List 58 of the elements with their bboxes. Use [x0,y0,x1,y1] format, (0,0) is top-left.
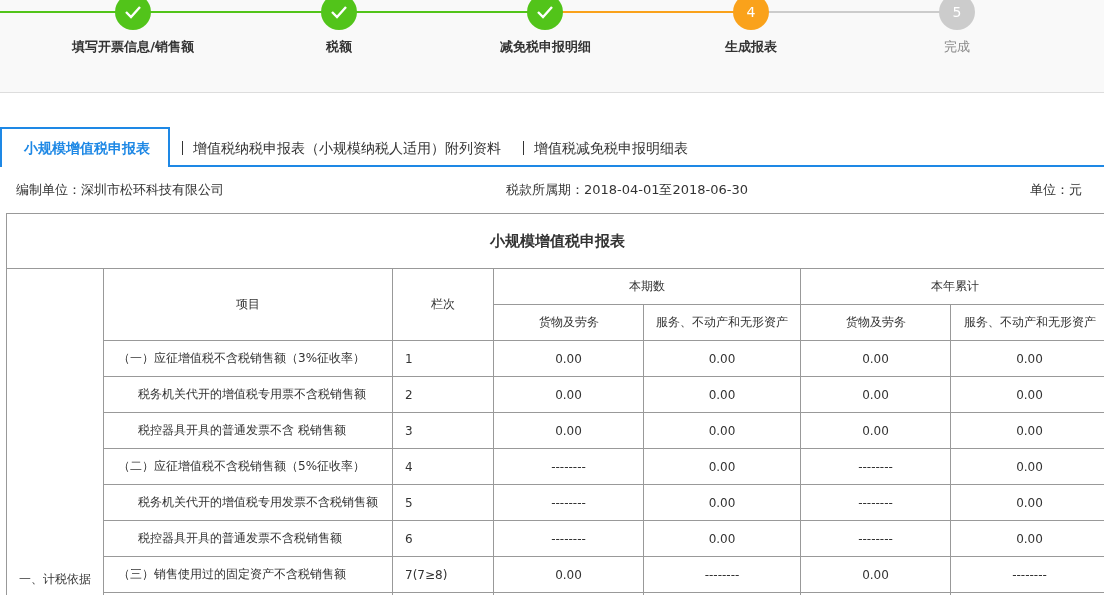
table-cell: 一、计税依据 [6,268,104,595]
company-label: 编制单位：深圳市松环科技有限公司 [16,181,224,199]
table-cell: 7(7≥8) [392,556,494,593]
table-cell: 6 [392,520,494,557]
tab[interactable]: 小规模增值税申报表 [0,127,170,167]
table-cell: -------- [493,484,644,521]
table-cell: 0.00 [643,376,801,413]
table-header: 栏次 [392,268,494,341]
table-cell: 0.00 [643,520,801,557]
table-cell: 0.00 [493,340,644,377]
unit-label: 单位：元 [1030,181,1082,199]
tab[interactable]: 增值税纳税申报表（小规模纳税人适用）附列资料 [182,141,511,155]
table-cell: 0.00 [643,484,801,521]
table-title: 小规模增值税申报表 [6,213,1104,269]
step-label: 完成 [944,38,970,56]
table-cell: -------- [493,448,644,485]
table-cell: -------- [800,448,951,485]
check-icon [330,5,348,19]
table-cell: 0.00 [493,376,644,413]
check-icon [124,5,142,19]
table-cell: 0.00 [800,412,951,449]
table-cell: -------- [800,520,951,557]
table-cell: 0.00 [643,340,801,377]
period-label: 税款所属期：2018-04-01至2018-06-30 [505,181,749,199]
table-header: 本期数 [493,268,801,305]
table-cell: 0.00 [800,556,951,593]
table-cell: -------- [643,556,801,593]
table-cell: 0.00 [493,412,644,449]
check-icon [536,5,554,19]
table-cell: （一）应征增值税不含税销售额（3%征收率） [103,340,393,377]
table-cell: 5 [392,484,494,521]
table-cell: 税务机关代开的增值税专用票不含税销售额 [103,376,393,413]
table-cell: 3 [392,412,494,449]
tab[interactable]: 增值税减免税申报明细表 [523,141,698,155]
table-cell: （三）销售使用过的固定资产不含税销售额 [103,556,393,593]
table-cell: 0.00 [643,412,801,449]
table-cell: 税务机关代开的增值税专用发票不含税销售额 [103,484,393,521]
table-cell: -------- [493,520,644,557]
table-cell: 0.00 [493,556,644,593]
table-cell: （二）应征增值税不含税销售额（5%征收率） [103,448,393,485]
table-cell: 税控器具开具的普通发票不含税销售额 [103,520,393,557]
table-cell: 0.00 [800,340,951,377]
step-label: 减免税申报明细 [499,38,591,56]
table-header: 货物及劳务 [493,304,644,341]
step-number: 4 [746,4,756,20]
step-label: 生成报表 [725,38,777,56]
table-cell: 4 [392,448,494,485]
step-label: 填写开票信息/销售额 [72,38,194,56]
table-cell: 2 [392,376,494,413]
table-cell: 1 [392,340,494,377]
table-cell: 0.00 [800,376,951,413]
table-cell: 税控器具开具的普通发票不含 税销售额 [103,412,393,449]
table-header: 服务、不动产和无形资产 [643,304,801,341]
table-cell: -------- [800,484,951,521]
table-cell: 0.00 [643,448,801,485]
table-header: 货物及劳务 [800,304,951,341]
step-label: 税额 [326,38,352,56]
table-header: 项目 [103,268,393,341]
